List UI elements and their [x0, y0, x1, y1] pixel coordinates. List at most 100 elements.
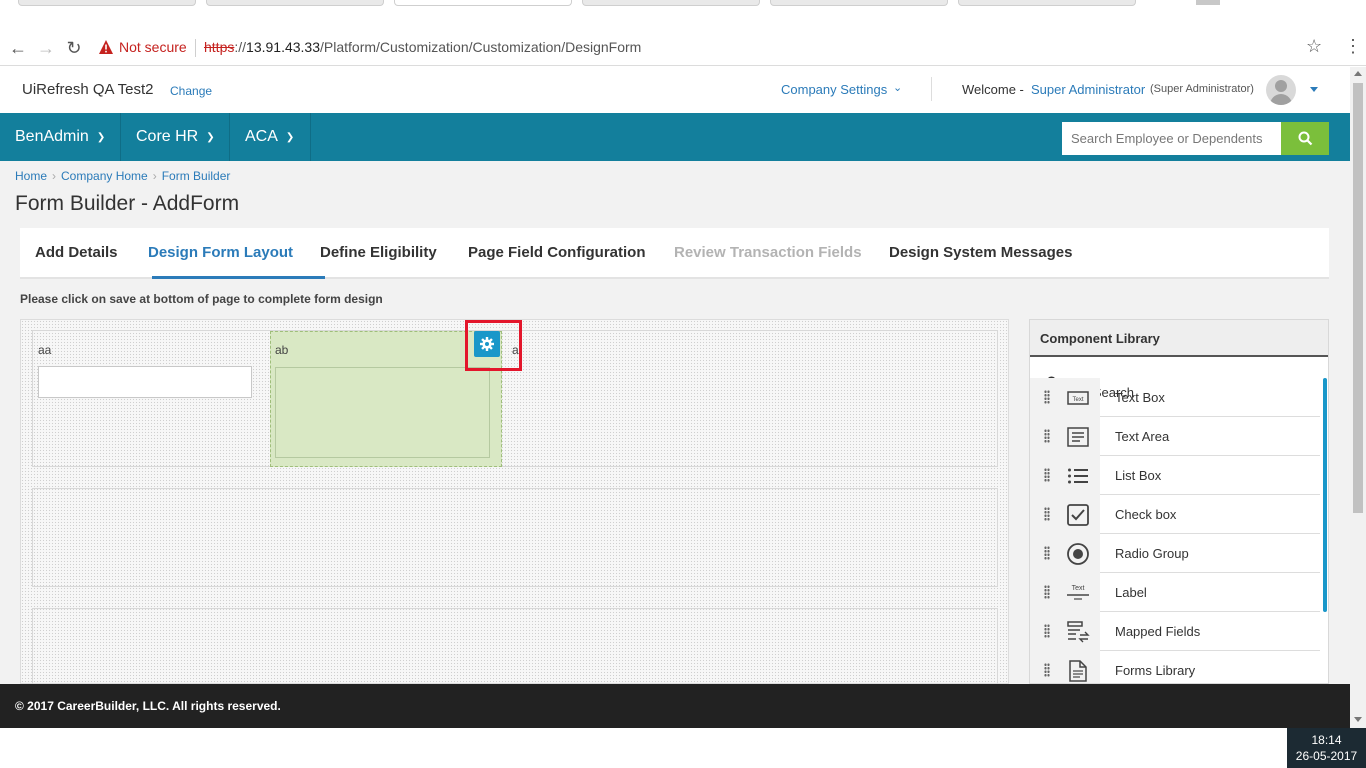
scrollbar-thumb[interactable] [1353, 83, 1363, 513]
breadcrumb-home[interactable]: Home [15, 169, 47, 183]
page-title: Form Builder - AddForm [15, 192, 240, 215]
list-item[interactable]: Text Label [1030, 573, 1320, 612]
nav-benadmin[interactable]: BenAdmin ❯ [0, 113, 121, 161]
list-item[interactable]: Check box [1030, 495, 1320, 534]
nav-core-hr[interactable]: Core HR ❯ [121, 113, 230, 161]
field-label: ab [275, 343, 289, 357]
component-library-header: Component Library [1030, 320, 1328, 357]
breadcrumb-form-builder[interactable]: Form Builder [162, 169, 231, 183]
browser-menu-icon[interactable]: ⋮ [1344, 36, 1362, 57]
grip-dots-icon [1044, 429, 1050, 443]
avatar[interactable] [1266, 75, 1296, 105]
clock-date: 26-05-2017 [1295, 749, 1358, 763]
forward-icon[interactable]: → [36, 38, 56, 58]
nav-label: ACA [245, 128, 278, 145]
tab-review-transaction-fields: Review Transaction Fields [674, 244, 862, 261]
divider [931, 77, 932, 101]
label-icon: Text [1067, 585, 1089, 600]
tab-design-form-layout[interactable]: Design Form Layout [148, 244, 293, 261]
grip-dots-icon [1044, 468, 1050, 482]
nav-aca[interactable]: ACA ❯ [230, 113, 311, 161]
url-field[interactable]: https://13.91.43.33/Platform/Customizati… [204, 39, 641, 55]
field-label: aa [38, 343, 52, 357]
active-tab-indicator [152, 276, 325, 279]
save-hint: Please click on save at bottom of page t… [20, 292, 383, 306]
grip-dots-icon [1044, 663, 1050, 677]
company-settings-menu[interactable]: Company Settings [781, 82, 887, 97]
scroll-down-icon[interactable] [1354, 717, 1362, 722]
text-box-icon: Text [1067, 391, 1089, 405]
nav-label: BenAdmin [15, 128, 89, 145]
chevron-down-icon: ❯ [96, 132, 106, 143]
chevron-down-icon: ❯ [206, 132, 215, 143]
layout-row[interactable] [32, 488, 998, 587]
app-header: UiRefresh QA Test2 Change Company Settin… [0, 67, 1350, 113]
new-tab-button[interactable] [1196, 0, 1220, 5]
list-item[interactable]: List Box [1030, 456, 1320, 495]
list-item[interactable]: Radio Group [1030, 534, 1320, 573]
url-host: 13.91.43.33 [246, 39, 320, 55]
tab-define-eligibility[interactable]: Define Eligibility [320, 244, 437, 261]
browser-tab-strip [0, 0, 1366, 30]
chevron-down-icon: ❯ [285, 132, 295, 143]
page-scrollbar[interactable] [1350, 67, 1366, 728]
search-icon [1298, 131, 1313, 146]
bookmark-star-icon[interactable]: ☆ [1306, 36, 1322, 57]
grip-dots-icon [1044, 624, 1050, 638]
browser-tab[interactable] [582, 0, 760, 6]
os-taskbar: 18:14 26-05-2017 [0, 728, 1366, 768]
scroll-up-icon[interactable] [1354, 71, 1362, 76]
system-clock[interactable]: 18:14 26-05-2017 [1287, 728, 1366, 768]
field-settings-button[interactable] [474, 331, 500, 357]
security-status[interactable]: Not secure [119, 39, 187, 55]
avatar-head [1275, 80, 1287, 92]
text-box-field[interactable] [38, 366, 252, 398]
reload-icon[interactable]: ↻ [64, 38, 84, 58]
back-icon[interactable]: ← [8, 38, 28, 58]
list-item[interactable]: Text Area [1030, 417, 1320, 456]
text-area-field[interactable] [275, 367, 490, 458]
nav-label: Core HR [136, 128, 199, 145]
breadcrumb-company-home[interactable]: Company Home [61, 169, 148, 183]
chevron-down-icon[interactable]: ⌄ [893, 81, 902, 94]
component-name: List Box [1115, 468, 1162, 483]
list-item[interactable]: Mapped Fields [1030, 612, 1320, 651]
user-role: (Super Administrator) [1150, 83, 1254, 95]
divider [195, 39, 196, 57]
text-area-icon [1067, 427, 1089, 447]
copyright-text: © 2017 CareerBuilder, LLC. All rights re… [15, 699, 281, 713]
browser-tab[interactable] [958, 0, 1136, 6]
browser-tab[interactable] [770, 0, 948, 6]
checkbox-icon [1067, 504, 1089, 526]
gear-icon [480, 337, 494, 351]
component-list-scrollbar[interactable] [1323, 378, 1327, 612]
employee-search-input[interactable] [1062, 122, 1281, 155]
component-name: Radio Group [1115, 546, 1189, 561]
svg-text:Text: Text [1072, 397, 1083, 403]
list-item[interactable]: Text Text Box [1030, 378, 1320, 417]
tab-page-field-configuration[interactable]: Page Field Configuration [468, 244, 646, 261]
design-canvas[interactable]: aa ab a [20, 319, 1009, 698]
main-navigation: BenAdmin ❯ Core HR ❯ ACA ❯ [0, 113, 1350, 161]
radio-group-icon [1067, 543, 1089, 565]
component-name: Check box [1115, 507, 1177, 522]
main-content: Home › Company Home › Form Builder Form Buil… [0, 161, 1350, 698]
svg-text:Text: Text [1072, 585, 1085, 592]
browser-tab-active[interactable] [394, 0, 572, 6]
tab-add-details[interactable]: Add Details [35, 244, 118, 261]
warning-icon [99, 40, 113, 54]
grip-dots-icon [1044, 390, 1050, 404]
breadcrumb-separator: › [152, 169, 157, 183]
forms-library-icon [1069, 660, 1087, 682]
change-company-link[interactable]: Change [170, 84, 212, 98]
form-builder-tabs: Add Details Design Form Layout Define El… [20, 228, 1329, 279]
tab-design-system-messages[interactable]: Design System Messages [889, 244, 1072, 261]
browser-tab[interactable] [18, 0, 196, 6]
grip-dots-icon [1044, 585, 1050, 599]
list-item[interactable]: Forms Library [1030, 651, 1320, 683]
user-name-link[interactable]: Super Administrator [1031, 82, 1145, 97]
user-menu-caret-icon[interactable] [1310, 87, 1318, 92]
footer: © 2017 CareerBuilder, LLC. All rights re… [0, 684, 1350, 728]
browser-tab[interactable] [206, 0, 384, 6]
search-button[interactable] [1281, 122, 1329, 155]
